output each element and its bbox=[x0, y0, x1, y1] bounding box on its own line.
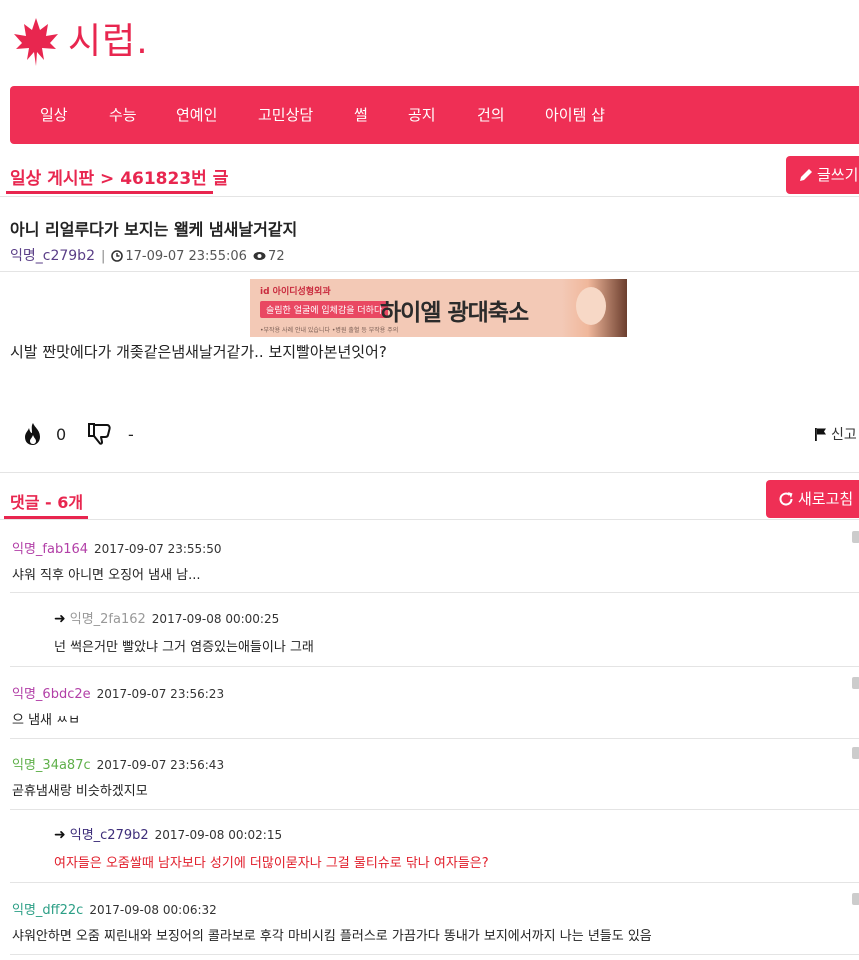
comment-author[interactable]: 익명_6bdc2e bbox=[12, 687, 91, 702]
comment-time: 2017-09-07 23:56:23 bbox=[96, 687, 225, 701]
maple-leaf-icon bbox=[14, 18, 58, 66]
ad-banner[interactable]: id 아이디성형외과 슬림한 얼굴에 입체감을 더하다 하이엘 광대축소 •부작… bbox=[250, 279, 627, 337]
divider bbox=[10, 592, 859, 593]
reply-arrow-icon: ➜ bbox=[54, 827, 66, 843]
site-logo[interactable]: 시럽. bbox=[10, 14, 149, 70]
refresh-comments-button[interactable]: 새로고침 bbox=[766, 480, 859, 518]
nav-item-story[interactable]: 썰 bbox=[354, 86, 368, 144]
nav-item-daily[interactable]: 일상 bbox=[40, 86, 68, 144]
divider bbox=[10, 738, 859, 739]
dislike-count: - bbox=[128, 424, 134, 444]
comment-action-handle[interactable] bbox=[852, 531, 859, 543]
refresh-label: 새로고침 bbox=[798, 490, 854, 508]
nav-item-notice[interactable]: 공지 bbox=[408, 86, 436, 144]
like-count: 0 bbox=[56, 424, 67, 444]
comment-header: 익명_fab164 2017-09-07 23:55:50 bbox=[12, 538, 221, 557]
comment-author[interactable]: 익명_fab164 bbox=[12, 542, 88, 557]
reply-header: ➜ 익명_2fa162 2017-09-08 00:00:25 bbox=[54, 608, 279, 627]
write-post-label: 글쓰기 bbox=[817, 166, 859, 184]
comment-time: 2017-09-07 23:56:43 bbox=[96, 758, 225, 772]
nav-item-celebrity[interactable]: 연예인 bbox=[176, 86, 217, 144]
comments-title: 댓글 - 6개 bbox=[10, 493, 84, 512]
reply-text: 여자들은 오줌쌀때 남자보다 성기에 더많이묻자나 그걸 물티슈로 닦나 여자들… bbox=[54, 856, 489, 871]
reply-text: 넌 썩은거만 빨았냐 그거 염증있는애들이나 그래 bbox=[54, 640, 314, 655]
logo-text: 시럽. bbox=[68, 21, 149, 62]
comment-text: 으 냄새 ㅆㅂ bbox=[12, 713, 81, 728]
post-datetime: 17-09-07 23:55:06 bbox=[125, 249, 247, 264]
post-author[interactable]: 익명_c279b2 bbox=[10, 248, 95, 264]
eye-icon bbox=[253, 252, 266, 260]
board-title-underline bbox=[6, 191, 213, 194]
post-title: 아니 리얼루다가 보지는 왤케 냄새날거같지 bbox=[10, 220, 298, 239]
comment-action-handle[interactable] bbox=[852, 893, 859, 905]
divider bbox=[10, 954, 859, 955]
comment-author[interactable]: 익명_dff22c bbox=[12, 903, 83, 918]
banner-tagline: 슬림한 얼굴에 입체감을 더하다 bbox=[260, 301, 389, 318]
divider bbox=[10, 666, 859, 667]
reply-header: ➜ 익명_c279b2 2017-09-08 00:02:15 bbox=[54, 824, 282, 843]
comment-time: 2017-09-07 23:55:50 bbox=[94, 542, 222, 556]
report-button[interactable]: 신고 bbox=[814, 424, 857, 444]
divider bbox=[0, 271, 859, 272]
nav-item-exam[interactable]: 수능 bbox=[109, 86, 137, 144]
divider bbox=[0, 472, 859, 473]
pencil-icon bbox=[800, 169, 812, 181]
divider bbox=[0, 196, 859, 197]
comment-text: 샤워 직후 아니면 오징어 냄새 남... bbox=[12, 568, 201, 583]
banner-headline: 하이엘 광대축소 bbox=[380, 300, 529, 326]
dislike-reaction[interactable]: - bbox=[88, 422, 134, 446]
comment-header: 익명_34a87c 2017-09-07 23:56:43 bbox=[12, 754, 224, 773]
banner-model-image bbox=[562, 279, 627, 337]
comment-author[interactable]: 익명_c279b2 bbox=[70, 828, 149, 843]
comment-author[interactable]: 익명_2fa162 bbox=[70, 612, 146, 627]
post-meta: 익명_c279b2 | 17-09-07 23:55:06 72 bbox=[10, 245, 285, 265]
banner-brand: id 아이디성형외과 bbox=[260, 287, 331, 297]
comment-time: 2017-09-08 00:02:15 bbox=[154, 828, 283, 842]
write-post-button[interactable]: 글쓰기 bbox=[786, 156, 859, 194]
like-reaction[interactable]: 0 bbox=[22, 422, 66, 446]
fire-icon bbox=[25, 423, 40, 445]
comment-action-handle[interactable] bbox=[852, 677, 859, 689]
divider bbox=[10, 882, 859, 883]
thumbs-down-icon bbox=[88, 423, 111, 445]
nav-item-counseling[interactable]: 고민상담 bbox=[258, 86, 313, 144]
post-body: 시발 짠맛에다가 개좆같은냄새날거같가.. 보지빨아본년잇어? bbox=[10, 343, 387, 361]
comment-time: 2017-09-08 00:00:25 bbox=[151, 612, 280, 626]
divider bbox=[0, 519, 859, 520]
comment-action-handle[interactable] bbox=[852, 747, 859, 759]
comment-text: 곧휴냄새랑 비슷하겠지모 bbox=[12, 784, 148, 799]
nav-item-item-shop[interactable]: 아이템 샵 bbox=[545, 86, 605, 144]
reply-arrow-icon: ➜ bbox=[54, 611, 66, 627]
nav-item-suggestion[interactable]: 건의 bbox=[477, 86, 505, 144]
flag-icon bbox=[815, 428, 826, 441]
meta-separator: | bbox=[100, 249, 106, 264]
refresh-icon bbox=[779, 492, 793, 506]
clock-icon bbox=[111, 250, 124, 262]
divider bbox=[10, 809, 859, 810]
comment-author[interactable]: 익명_34a87c bbox=[12, 758, 91, 773]
post-views: 72 bbox=[268, 249, 285, 264]
main-nav: 일상 수능 연예인 고민상담 썰 공지 건의 아이템 샵 bbox=[10, 86, 859, 144]
comment-time: 2017-09-08 00:06:32 bbox=[89, 903, 217, 917]
comment-header: 익명_dff22c 2017-09-08 00:06:32 bbox=[12, 899, 217, 918]
report-label: 신고 bbox=[831, 427, 857, 443]
comment-header: 익명_6bdc2e 2017-09-07 23:56:23 bbox=[12, 683, 224, 702]
banner-fine-print: •부작용 사례 안내 있습니다 •병원 출혈 등 부작용 주의 bbox=[260, 327, 399, 334]
comment-text: 샤워안하면 오줌 찌린내와 보징어의 콜라보로 후각 마비시킴 플러스로 가끔가… bbox=[12, 929, 652, 944]
